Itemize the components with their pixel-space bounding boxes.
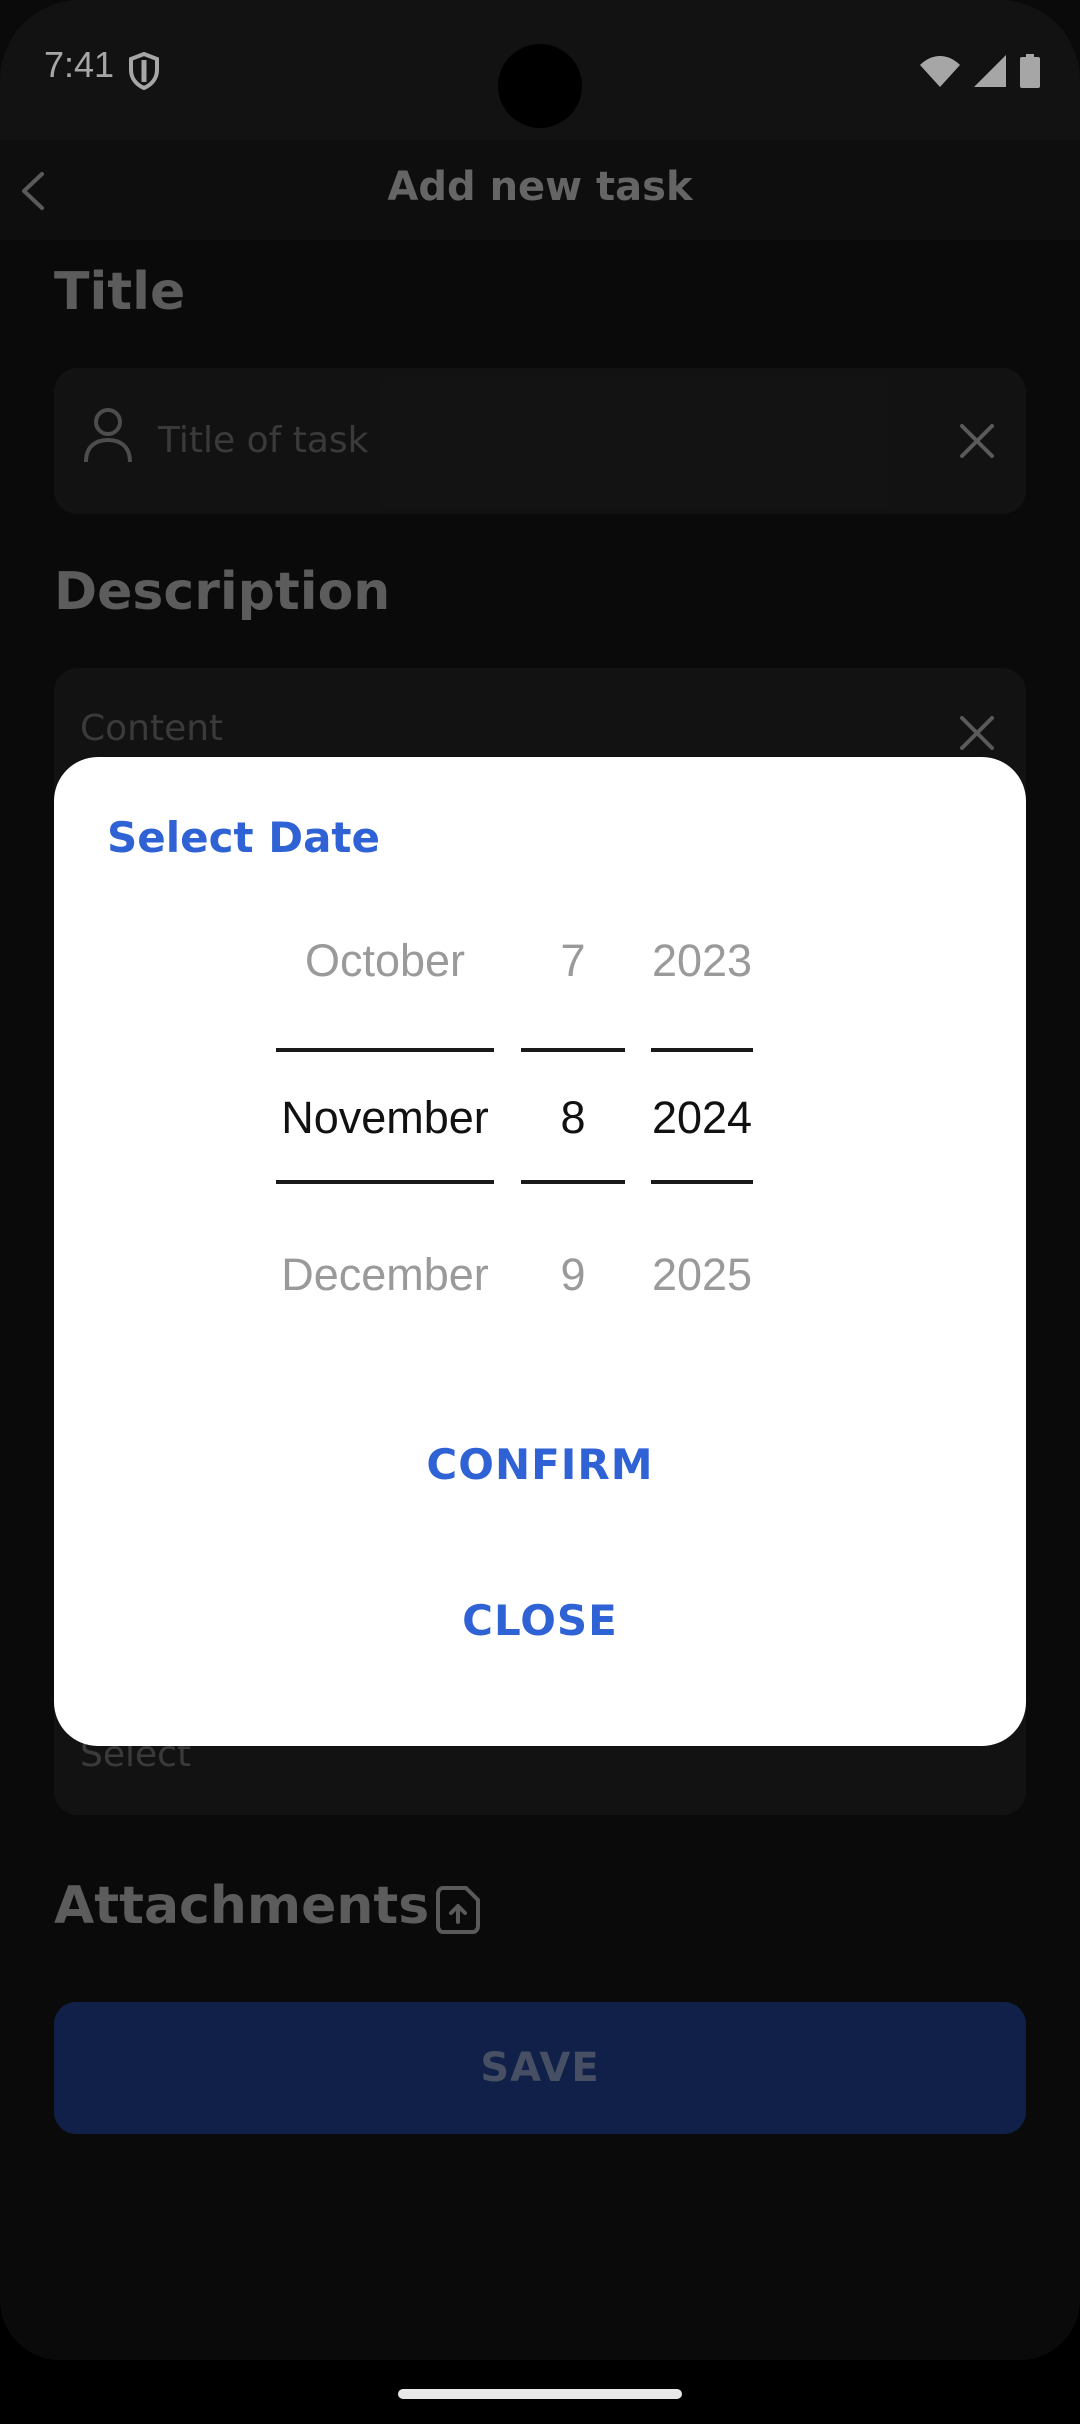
month-option-previous[interactable]: October (276, 935, 494, 987)
dialog-title: Select Date (107, 813, 380, 862)
day-option-previous[interactable]: 7 (521, 935, 625, 987)
year-option-next[interactable]: 2025 (651, 1249, 753, 1301)
month-selection-line-top (276, 1048, 494, 1052)
year-selection-line-top (651, 1048, 753, 1052)
year-option-previous[interactable]: 2023 (651, 935, 753, 987)
date-picker-dialog: Select Date October November December 7 … (54, 757, 1026, 1746)
month-option-selected[interactable]: November (276, 1092, 494, 1144)
month-option-next[interactable]: December (276, 1249, 494, 1301)
confirm-button[interactable]: CONFIRM (54, 1440, 1026, 1489)
year-selection-line-bottom (651, 1180, 753, 1184)
close-button[interactable]: CLOSE (54, 1596, 1026, 1645)
home-indicator[interactable] (398, 2389, 682, 2399)
day-option-next[interactable]: 9 (521, 1249, 625, 1301)
year-option-selected[interactable]: 2024 (651, 1092, 753, 1144)
month-selection-line-bottom (276, 1180, 494, 1184)
day-selection-line-top (521, 1048, 625, 1052)
day-selection-line-bottom (521, 1180, 625, 1184)
screen: 7:41 Add new task Title Title of task De… (0, 0, 1080, 2360)
day-option-selected[interactable]: 8 (521, 1092, 625, 1144)
